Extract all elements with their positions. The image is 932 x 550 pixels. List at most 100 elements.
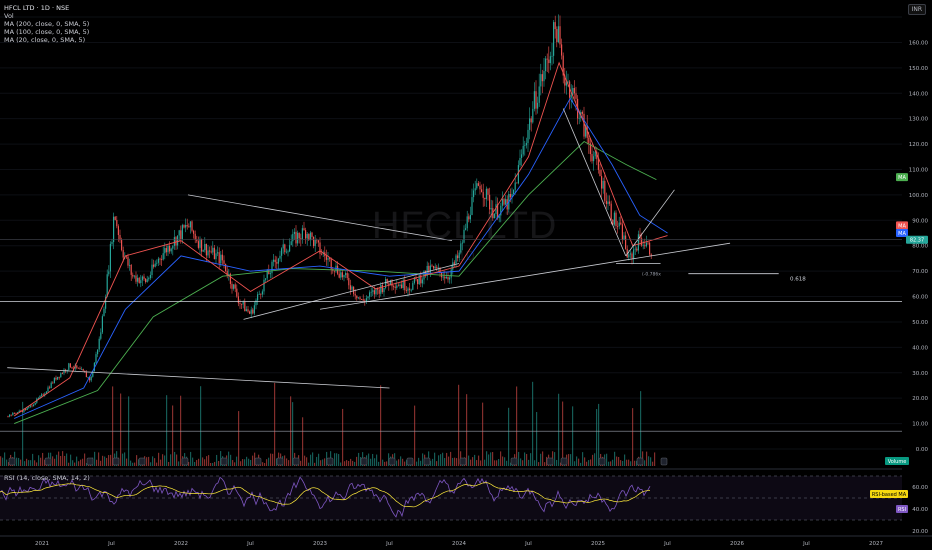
ma100-badge: MA <box>898 231 906 237</box>
volume-bar <box>236 456 238 466</box>
volume-bar <box>136 455 138 466</box>
time-tick-label: 2023 <box>313 541 327 547</box>
volume-bar <box>112 386 114 466</box>
volume-bar <box>320 460 322 466</box>
volume-bar <box>440 454 442 466</box>
volume-bar <box>204 459 206 466</box>
candle-body <box>351 286 353 290</box>
indicator-volume[interactable]: Vol <box>4 12 89 20</box>
volume-bar <box>190 451 192 466</box>
rsi-legend[interactable]: RSI (14, close, SMA, 14, 2) <box>4 474 90 482</box>
candle-body <box>167 245 169 253</box>
candle-body <box>628 254 630 258</box>
indicator-ma200[interactable]: MA (200, close, 0, SMA, 5) <box>4 20 89 28</box>
volume-bar <box>356 456 358 466</box>
candle-body <box>373 290 375 295</box>
volume-bar <box>470 459 472 466</box>
volume-bar <box>454 457 456 466</box>
earnings-marker <box>181 457 189 466</box>
candle-body <box>55 377 57 380</box>
candle-body <box>161 259 163 260</box>
volume-bar <box>590 459 592 466</box>
candle-body <box>452 262 454 270</box>
volume-bar <box>544 462 546 466</box>
candle-body <box>100 332 102 339</box>
candle-body <box>449 277 451 280</box>
volume-bar <box>210 462 212 466</box>
volume-bar <box>338 454 340 466</box>
volume-bar <box>354 461 356 466</box>
candle-body <box>111 242 113 244</box>
candle-body <box>607 201 609 205</box>
chart-background <box>0 0 932 550</box>
currency-badge[interactable]: INR <box>907 4 926 15</box>
candle-body <box>121 240 123 251</box>
volume-bar <box>84 453 86 466</box>
candle-body <box>557 26 559 43</box>
volume-bar <box>240 461 242 466</box>
rsi-tick-label: 20.00 <box>912 529 928 535</box>
candle-body <box>503 198 505 205</box>
candle-body <box>605 200 607 205</box>
volume-bar <box>648 456 650 466</box>
candle-body <box>81 369 83 370</box>
volume-bar <box>130 460 132 466</box>
price-chart[interactable]: 0.618 (-0.786x 160.00 150.00 140.00 130.00 120… <box>0 0 932 550</box>
candle-body <box>119 234 121 241</box>
volume-bar <box>572 406 574 466</box>
volume-bar <box>6 459 8 466</box>
volume-bar <box>434 452 436 466</box>
candle-body <box>138 277 140 284</box>
candle-body <box>153 264 155 267</box>
candle-body <box>106 274 108 297</box>
earnings-marker <box>360 457 368 466</box>
candle-body <box>297 232 299 244</box>
candle-body <box>281 248 283 256</box>
indicator-ma20[interactable]: MA (20, close, 0, SMA, 5) <box>4 36 89 44</box>
candle-body <box>157 258 159 263</box>
volume-bar <box>492 452 494 466</box>
earnings-marker <box>510 457 518 466</box>
candle-body <box>484 197 486 200</box>
candle-body <box>314 239 316 247</box>
volume-bar <box>228 451 230 466</box>
volume-bar <box>248 458 250 466</box>
candle-body <box>548 59 550 64</box>
volume-bar <box>376 454 378 466</box>
candle-body <box>369 292 371 297</box>
candle-body <box>265 278 267 280</box>
candle-body <box>397 285 399 287</box>
candle-body <box>581 111 583 114</box>
candle-body <box>145 278 147 283</box>
volume-bar <box>174 451 176 466</box>
candle-body <box>410 289 412 291</box>
volume-bar <box>2 457 4 466</box>
price-tick-label: 150.00 <box>909 66 929 72</box>
candle-body <box>109 243 111 272</box>
volume-bar <box>646 451 648 466</box>
candle-body <box>199 238 201 248</box>
indicator-ma100[interactable]: MA (100, close, 0, SMA, 5) <box>4 28 89 36</box>
candle-body <box>108 271 110 275</box>
candle-body <box>370 291 372 293</box>
volume-bar <box>312 452 314 466</box>
volume-bar <box>80 459 82 466</box>
candle-body <box>361 299 363 300</box>
candle-body <box>12 412 14 416</box>
volume-bar <box>74 462 76 466</box>
volume-bar <box>594 453 596 466</box>
volume-bar <box>284 455 286 466</box>
candle-body <box>570 94 572 98</box>
volume-bar <box>26 458 28 466</box>
volume-bar <box>504 457 506 466</box>
candle-body <box>178 230 180 236</box>
candle-body <box>599 169 601 177</box>
time-tick-label: Jul <box>246 541 254 547</box>
candle-body <box>298 232 300 239</box>
volume-bar <box>506 460 508 466</box>
volume-bar <box>452 457 454 466</box>
candle-body <box>381 284 383 293</box>
volume-bar <box>292 402 294 466</box>
candle-body <box>188 226 190 228</box>
candle-body <box>218 252 220 264</box>
